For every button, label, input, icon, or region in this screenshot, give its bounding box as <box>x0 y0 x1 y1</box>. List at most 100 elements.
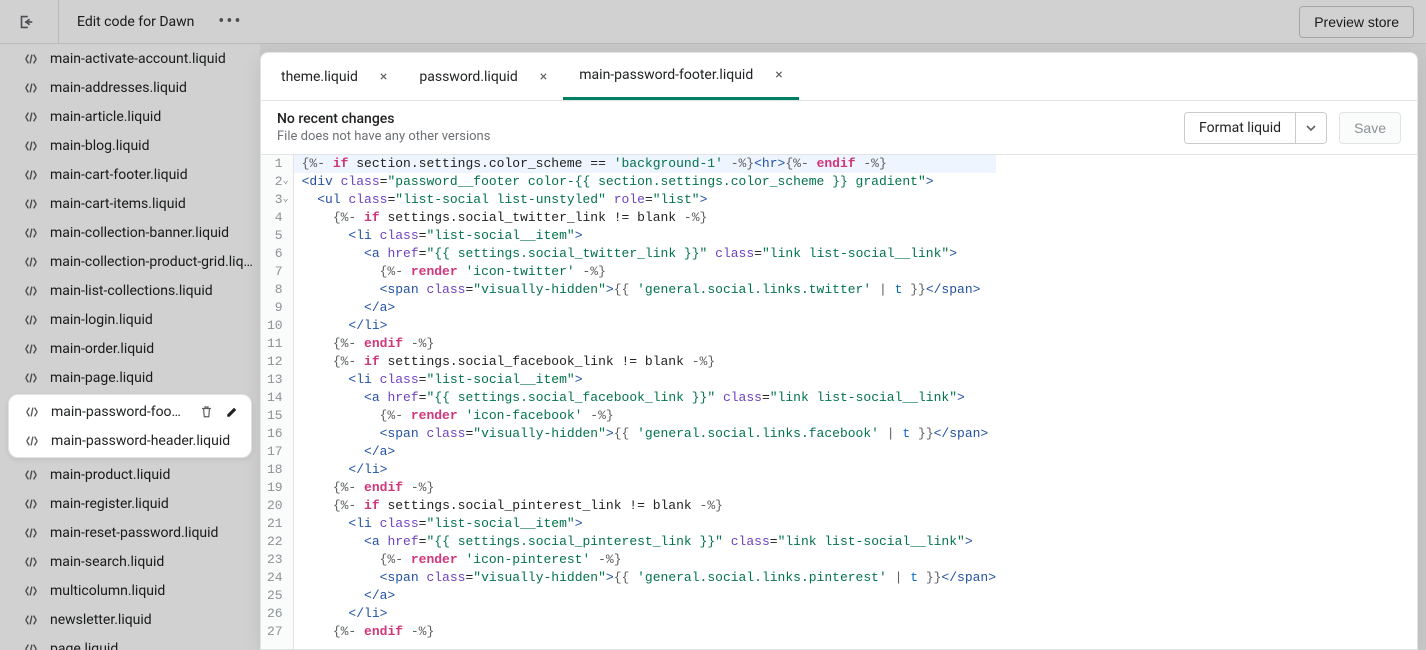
code-line[interactable]: {%- if section.settings.color_scheme == … <box>294 155 996 173</box>
close-tab-button[interactable]: × <box>540 69 547 85</box>
code-line[interactable]: <a href="{{ settings.social_pinterest_li… <box>302 533 996 551</box>
code-line[interactable]: <li class="list-social__item"> <box>302 371 996 389</box>
file-item[interactable]: main-list-collections.liquid <box>0 276 260 305</box>
file-item[interactable]: main-cart-footer.liquid <box>0 160 260 189</box>
line-number: 22 <box>267 533 287 551</box>
file-label: main-reset-password.liquid <box>50 525 260 541</box>
file-item[interactable]: main-collection-product-grid.liqu... <box>0 247 260 276</box>
format-dropdown-button[interactable] <box>1295 113 1326 143</box>
file-explorer[interactable]: main-activate-account.liquid main-address… <box>0 44 260 650</box>
rename-file-button[interactable] <box>221 401 243 423</box>
code-line[interactable]: <span class="visually-hidden">{{ 'genera… <box>302 569 996 587</box>
file-item[interactable]: main-register.liquid <box>0 489 260 518</box>
file-item[interactable]: main-blog.liquid <box>0 131 260 160</box>
line-number: 5 <box>267 227 287 245</box>
liquid-file-icon <box>22 197 40 211</box>
line-number: 4 <box>267 209 287 227</box>
file-label: main-password-header.liquid <box>51 433 243 449</box>
code-line[interactable]: </li> <box>302 317 996 335</box>
code-line[interactable]: </a> <box>302 299 996 317</box>
code-line[interactable]: <li class="list-social__item"> <box>302 227 996 245</box>
editor-area: theme.liquid×password.liquid×main-passwo… <box>260 44 1426 650</box>
file-item[interactable]: main-order.liquid <box>0 334 260 363</box>
file-item[interactable]: main-product.liquid <box>0 460 260 489</box>
format-liquid-button[interactable]: Format liquid <box>1185 113 1295 143</box>
code-line[interactable]: </a> <box>302 443 996 461</box>
file-item[interactable]: main-login.liquid <box>0 305 260 334</box>
file-label: main-register.liquid <box>50 496 260 512</box>
file-item[interactable]: main-password-footer.l... <box>9 397 251 426</box>
line-number: 26 <box>267 605 287 623</box>
file-item[interactable]: main-reset-password.liquid <box>0 518 260 547</box>
file-label: main-list-collections.liquid <box>50 283 260 299</box>
file-item[interactable]: multicolumn.liquid <box>0 576 260 605</box>
delete-file-button[interactable] <box>195 401 217 423</box>
line-number: 15 <box>267 407 287 425</box>
code-line[interactable]: <span class="visually-hidden">{{ 'genera… <box>302 425 996 443</box>
file-item[interactable]: main-search.liquid <box>0 547 260 576</box>
line-number: 19 <box>267 479 287 497</box>
code-line[interactable]: <span class="visually-hidden">{{ 'genera… <box>302 281 996 299</box>
code-line[interactable]: {%- if settings.social_pinterest_link !=… <box>302 497 996 515</box>
file-item[interactable]: main-article.liquid <box>0 102 260 131</box>
line-number: 18 <box>267 461 287 479</box>
code-line[interactable]: {%- endif -%} <box>302 623 996 641</box>
tab-label: theme.liquid <box>281 69 358 85</box>
liquid-file-icon <box>22 584 40 598</box>
file-label: main-page.liquid <box>50 370 260 386</box>
file-item[interactable]: main-cart-items.liquid <box>0 189 260 218</box>
line-number: 20 <box>267 497 287 515</box>
editor-tab[interactable]: main-password-footer.liquid× <box>563 53 798 100</box>
code-line[interactable]: {%- endif -%} <box>302 479 996 497</box>
file-item[interactable]: main-page.liquid <box>0 363 260 392</box>
code-line[interactable]: {%- endif -%} <box>302 335 996 353</box>
exit-button[interactable] <box>12 8 40 36</box>
file-item[interactable]: main-collection-banner.liquid <box>0 218 260 247</box>
close-tab-button[interactable]: × <box>775 67 782 83</box>
divider <box>58 0 59 44</box>
editor-tab[interactable]: theme.liquid × <box>265 53 403 100</box>
code-line[interactable]: {%- if settings.social_facebook_link != … <box>302 353 996 371</box>
code-line[interactable]: <div class="password__footer color-{{ se… <box>302 173 996 191</box>
code-line[interactable]: <a href="{{ settings.social_facebook_lin… <box>302 389 996 407</box>
liquid-file-icon <box>22 526 40 540</box>
file-label: main-addresses.liquid <box>50 80 260 96</box>
close-tab-button[interactable]: × <box>380 69 387 85</box>
file-item[interactable]: main-activate-account.liquid <box>0 44 260 73</box>
line-number: 17 <box>267 443 287 461</box>
more-menu-button[interactable]: ••• <box>216 8 244 36</box>
save-button[interactable]: Save <box>1339 112 1401 144</box>
code-line[interactable]: </a> <box>302 587 996 605</box>
line-number: 24 <box>267 569 287 587</box>
file-label: main-order.liquid <box>50 341 260 357</box>
liquid-file-icon <box>22 168 40 182</box>
file-item[interactable]: main-password-header.liquid <box>9 426 251 455</box>
page-title: Edit code for Dawn <box>77 14 194 30</box>
line-number: 14 <box>267 389 287 407</box>
file-label: main-collection-product-grid.liqu... <box>50 254 260 270</box>
code-editor[interactable]: 1234567891011121314151617181920212223242… <box>261 155 1417 649</box>
code-line[interactable]: <ul class="list-social list-unstyled" ro… <box>302 191 996 209</box>
format-button-group: Format liquid <box>1184 112 1327 144</box>
editor-tab[interactable]: password.liquid× <box>403 53 563 100</box>
line-number: 1 <box>267 155 287 173</box>
liquid-file-icon <box>22 255 40 269</box>
file-item[interactable]: main-addresses.liquid <box>0 73 260 102</box>
code-line[interactable]: {%- render 'icon-twitter' -%} <box>302 263 996 281</box>
preview-store-button[interactable]: Preview store <box>1299 6 1414 38</box>
code-line[interactable]: {%- if settings.social_twitter_link != b… <box>302 209 996 227</box>
code-line[interactable]: <a href="{{ settings.social_twitter_link… <box>302 245 996 263</box>
file-label: newsletter.liquid <box>50 612 260 628</box>
code-line[interactable]: </li> <box>302 605 996 623</box>
code-line[interactable]: {%- render 'icon-facebook' -%} <box>302 407 996 425</box>
code-content[interactable]: {%- if section.settings.color_scheme == … <box>294 155 1004 649</box>
code-line[interactable]: {%- render 'icon-pinterest' -%} <box>302 551 996 569</box>
code-line[interactable]: </li> <box>302 461 996 479</box>
line-number: 2 <box>267 173 287 191</box>
file-label: page.liquid <box>50 641 260 650</box>
file-item[interactable]: page.liquid <box>0 634 260 650</box>
code-line[interactable]: <li class="list-social__item"> <box>302 515 996 533</box>
main: main-activate-account.liquid main-address… <box>0 44 1426 650</box>
file-label: main-cart-items.liquid <box>50 196 260 212</box>
file-item[interactable]: newsletter.liquid <box>0 605 260 634</box>
